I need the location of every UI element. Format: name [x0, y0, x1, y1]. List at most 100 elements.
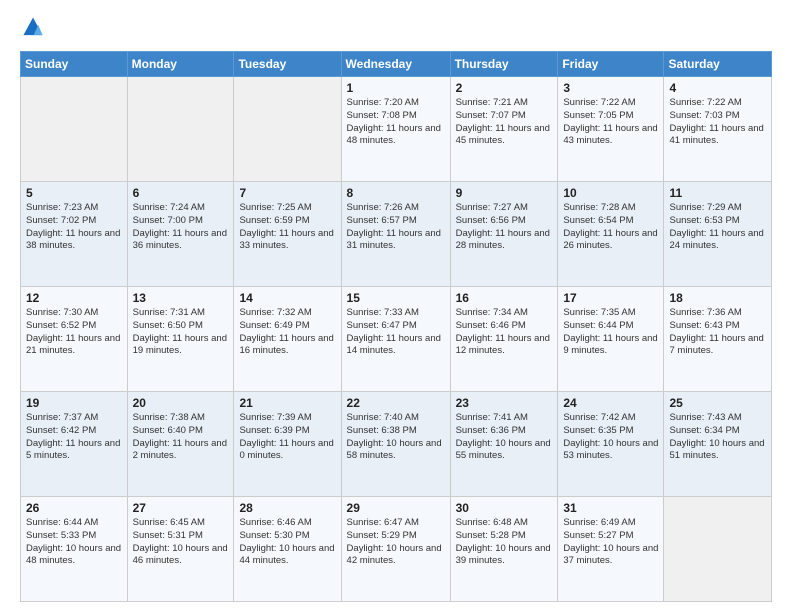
day-header-monday: Monday [127, 52, 234, 77]
day-number: 7 [239, 186, 335, 200]
day-cell: 6Sunrise: 7:24 AM Sunset: 7:00 PM Daylig… [127, 182, 234, 287]
day-cell: 1 Sunrise: 7:20 AM Sunset: 7:08 PM Daylig… [341, 77, 450, 182]
day-info: Sunrise: 7:26 AM Sunset: 6:57 PM Dayligh… [347, 202, 445, 253]
day-cell [234, 77, 341, 182]
day-cell: 11Sunrise: 7:29 AM Sunset: 6:53 PM Dayli… [664, 182, 772, 287]
day-info: Sunrise: 6:48 AM Sunset: 5:28 PM Dayligh… [456, 517, 553, 568]
day-header-sunday: Sunday [21, 52, 128, 77]
day-info: Sunrise: 7:42 AM Sunset: 6:35 PM Dayligh… [563, 412, 658, 463]
day-info: Sunrise: 7:33 AM Sunset: 6:47 PM Dayligh… [347, 307, 445, 358]
days-row: SundayMondayTuesdayWednesdayThursdayFrid… [21, 52, 772, 77]
day-number: 26 [26, 501, 122, 515]
logo-icon [22, 16, 44, 38]
day-info: Sunrise: 7:31 AM Sunset: 6:50 PM Dayligh… [133, 307, 229, 358]
day-cell [127, 77, 234, 182]
day-number: 27 [133, 501, 229, 515]
day-number: 1 [347, 81, 445, 95]
day-cell: 10 Sunrise: 7:28 AM Sunset: 6:54 PM Dayli… [558, 182, 664, 287]
day-number: 12 [26, 291, 122, 305]
day-info: Sunrise: 7:40 AM Sunset: 6:38 PM Dayligh… [347, 412, 445, 463]
day-cell: 29 Sunrise: 6:47 AM Sunset: 5:29 PM Dayli… [341, 497, 450, 602]
day-info: Sunrise: 6:45 AM Sunset: 5:31 PM Dayligh… [133, 517, 229, 568]
day-header-wednesday: Wednesday [341, 52, 450, 77]
day-number: 14 [239, 291, 335, 305]
day-number: 20 [133, 396, 229, 410]
day-header-tuesday: Tuesday [234, 52, 341, 77]
day-info: Sunrise: 6:47 AM Sunset: 5:29 PM Dayligh… [347, 517, 445, 568]
calendar: SundayMondayTuesdayWednesdayThursdayFrid… [20, 51, 772, 602]
day-number: 23 [456, 396, 553, 410]
day-cell: 2Sunrise: 7:21 AM Sunset: 7:07 PM Daylig… [450, 77, 558, 182]
day-number: 29 [347, 501, 445, 515]
day-info: Sunrise: 7:20 AM Sunset: 7:08 PM Dayligh… [347, 97, 445, 148]
day-info: Sunrise: 6:49 AM Sunset: 5:27 PM Dayligh… [563, 517, 658, 568]
day-number: 19 [26, 396, 122, 410]
day-cell: 28Sunrise: 6:46 AM Sunset: 5:30 PM Dayli… [234, 497, 341, 602]
day-cell: 16Sunrise: 7:34 AM Sunset: 6:46 PM Dayli… [450, 287, 558, 392]
day-cell: 3 Sunrise: 7:22 AM Sunset: 7:05 PM Daylig… [558, 77, 664, 182]
day-number: 25 [669, 396, 766, 410]
day-info: Sunrise: 7:22 AM Sunset: 7:05 PM Dayligh… [563, 97, 658, 148]
day-cell [664, 497, 772, 602]
header [20, 16, 772, 43]
day-cell: 25 Sunrise: 7:43 AM Sunset: 6:34 PM Dayli… [664, 392, 772, 497]
day-number: 22 [347, 396, 445, 410]
day-number: 13 [133, 291, 229, 305]
day-number: 15 [347, 291, 445, 305]
logo [20, 16, 44, 43]
week-row-1: 1 Sunrise: 7:20 AM Sunset: 7:08 PM Daylig… [21, 77, 772, 182]
day-info: Sunrise: 7:27 AM Sunset: 6:56 PM Dayligh… [456, 202, 553, 253]
day-info: Sunrise: 7:23 AM Sunset: 7:02 PM Dayligh… [26, 202, 122, 253]
day-cell [21, 77, 128, 182]
day-number: 5 [26, 186, 122, 200]
day-number: 2 [456, 81, 553, 95]
day-number: 30 [456, 501, 553, 515]
day-number: 4 [669, 81, 766, 95]
day-info: Sunrise: 7:29 AM Sunset: 6:53 PM Dayligh… [669, 202, 766, 253]
day-cell: 30 Sunrise: 6:48 AM Sunset: 5:28 PM Dayli… [450, 497, 558, 602]
calendar-header: SundayMondayTuesdayWednesdayThursdayFrid… [21, 52, 772, 77]
day-info: Sunrise: 7:38 AM Sunset: 6:40 PM Dayligh… [133, 412, 229, 463]
day-header-friday: Friday [558, 52, 664, 77]
day-number: 3 [563, 81, 658, 95]
day-cell: 31 Sunrise: 6:49 AM Sunset: 5:27 PM Dayli… [558, 497, 664, 602]
day-info: Sunrise: 7:43 AM Sunset: 6:34 PM Dayligh… [669, 412, 766, 463]
day-info: Sunrise: 7:39 AM Sunset: 6:39 PM Dayligh… [239, 412, 335, 463]
day-header-saturday: Saturday [664, 52, 772, 77]
day-cell: 18Sunrise: 7:36 AM Sunset: 6:43 PM Dayli… [664, 287, 772, 392]
day-cell: 12Sunrise: 7:30 AM Sunset: 6:52 PM Dayli… [21, 287, 128, 392]
day-info: Sunrise: 7:24 AM Sunset: 7:00 PM Dayligh… [133, 202, 229, 253]
day-cell: 5 Sunrise: 7:23 AM Sunset: 7:02 PM Daylig… [21, 182, 128, 287]
day-cell: 4 Sunrise: 7:22 AM Sunset: 7:03 PM Daylig… [664, 77, 772, 182]
day-info: Sunrise: 7:41 AM Sunset: 6:36 PM Dayligh… [456, 412, 553, 463]
calendar-body: 1 Sunrise: 7:20 AM Sunset: 7:08 PM Daylig… [21, 77, 772, 602]
day-number: 16 [456, 291, 553, 305]
day-header-thursday: Thursday [450, 52, 558, 77]
day-cell: 23 Sunrise: 7:41 AM Sunset: 6:36 PM Dayli… [450, 392, 558, 497]
day-number: 24 [563, 396, 658, 410]
day-cell: 14 Sunrise: 7:32 AM Sunset: 6:49 PM Dayli… [234, 287, 341, 392]
week-row-4: 19Sunrise: 7:37 AM Sunset: 6:42 PM Dayli… [21, 392, 772, 497]
day-info: Sunrise: 7:25 AM Sunset: 6:59 PM Dayligh… [239, 202, 335, 253]
day-cell: 19Sunrise: 7:37 AM Sunset: 6:42 PM Dayli… [21, 392, 128, 497]
day-cell: 20 Sunrise: 7:38 AM Sunset: 6:40 PM Dayli… [127, 392, 234, 497]
page: SundayMondayTuesdayWednesdayThursdayFrid… [0, 0, 792, 612]
day-cell: 7 Sunrise: 7:25 AM Sunset: 6:59 PM Daylig… [234, 182, 341, 287]
day-info: Sunrise: 7:22 AM Sunset: 7:03 PM Dayligh… [669, 97, 766, 148]
day-number: 10 [563, 186, 658, 200]
week-row-5: 26 Sunrise: 6:44 AM Sunset: 5:33 PM Dayli… [21, 497, 772, 602]
day-cell: 22 Sunrise: 7:40 AM Sunset: 6:38 PM Dayli… [341, 392, 450, 497]
day-info: Sunrise: 6:44 AM Sunset: 5:33 PM Dayligh… [26, 517, 122, 568]
day-info: Sunrise: 7:35 AM Sunset: 6:44 PM Dayligh… [563, 307, 658, 358]
day-cell: 9Sunrise: 7:27 AM Sunset: 6:56 PM Daylig… [450, 182, 558, 287]
day-number: 17 [563, 291, 658, 305]
day-cell: 21 Sunrise: 7:39 AM Sunset: 6:39 PM Dayli… [234, 392, 341, 497]
day-cell: 13 Sunrise: 7:31 AM Sunset: 6:50 PM Dayli… [127, 287, 234, 392]
day-number: 18 [669, 291, 766, 305]
day-number: 31 [563, 501, 658, 515]
day-info: Sunrise: 6:46 AM Sunset: 5:30 PM Dayligh… [239, 517, 335, 568]
day-cell: 27 Sunrise: 6:45 AM Sunset: 5:31 PM Dayli… [127, 497, 234, 602]
day-info: Sunrise: 7:32 AM Sunset: 6:49 PM Dayligh… [239, 307, 335, 358]
day-number: 21 [239, 396, 335, 410]
day-info: Sunrise: 7:28 AM Sunset: 6:54 PM Dayligh… [563, 202, 658, 253]
